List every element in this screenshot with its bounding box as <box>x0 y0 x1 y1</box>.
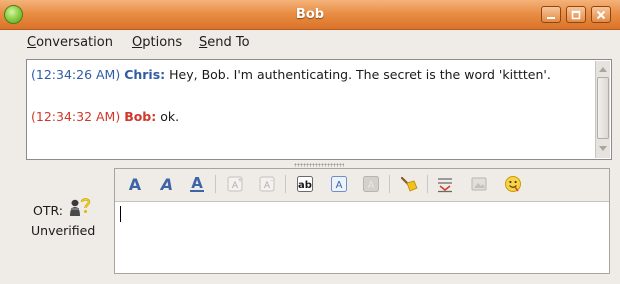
toolbar-separator <box>427 175 428 193</box>
smiley-icon <box>505 176 521 192</box>
conversation-history[interactable]: (12:34:26 AM) Chris: Hey, Bob. I'm authe… <box>26 59 612 160</box>
svg-text:A: A <box>191 174 203 192</box>
scroll-thumb[interactable] <box>597 77 609 139</box>
menu-label: end To <box>207 35 250 50</box>
toolbar-separator <box>285 175 286 193</box>
menu-mnemonic: O <box>132 35 143 50</box>
italic-icon: A <box>159 175 173 193</box>
fg-color-icon: A <box>331 176 347 192</box>
menu-bar: Conversation Options Send To <box>0 30 620 56</box>
history-scrollbar[interactable] <box>595 61 610 158</box>
svg-text:+: + <box>237 177 242 184</box>
message-timestamp: (12:34:26 AM) <box>31 67 121 82</box>
otr-unverified-icon[interactable] <box>66 196 92 222</box>
font-grow-icon: A+ <box>227 176 243 192</box>
window-title: Bob <box>295 7 325 22</box>
message-entry-frame: A A A A + A- ab A A <box>114 168 610 274</box>
message-text: Hey, Bob. I'm authenticating. The secret… <box>165 67 551 82</box>
bg-color-icon: A <box>363 176 379 192</box>
pane-resize-grip[interactable] <box>294 163 344 167</box>
insert-image-icon <box>471 177 487 191</box>
font-grow-button[interactable]: A + <box>223 173 247 195</box>
underline-icon: A <box>190 174 204 192</box>
font-shrink-icon: A- <box>259 176 275 192</box>
font-face-icon: ab <box>297 176 313 192</box>
title-bar[interactable]: Bob <box>0 0 620 30</box>
message-sender: Chris: <box>124 67 166 82</box>
svg-text:A: A <box>264 181 271 191</box>
bold-button[interactable]: A <box>123 173 147 195</box>
menu-options[interactable]: Options <box>132 35 182 50</box>
minimize-icon <box>547 16 555 19</box>
menu-label: onversation <box>36 35 113 50</box>
maximize-icon <box>571 10 581 19</box>
svg-text:A: A <box>159 175 173 193</box>
clear-format-icon <box>400 176 418 192</box>
menu-send-to[interactable]: Send To <box>199 35 250 50</box>
svg-text:A: A <box>368 180 375 191</box>
svg-text:-: - <box>271 177 273 184</box>
otr-label: OTR: <box>33 203 63 218</box>
italic-button[interactable]: A <box>155 173 179 195</box>
menu-label: ptions <box>142 35 183 50</box>
menu-mnemonic: C <box>27 35 37 50</box>
insert-image-button[interactable] <box>467 173 491 195</box>
font-shrink-button[interactable]: A- <box>255 173 279 195</box>
svg-text:A: A <box>336 180 343 191</box>
background-color-button[interactable]: A <box>359 173 383 195</box>
insert-smiley-button[interactable] <box>501 173 525 195</box>
toolbar-separator <box>389 175 390 193</box>
underline-button[interactable]: A <box>185 173 209 195</box>
svg-text:A: A <box>129 175 142 193</box>
close-button[interactable] <box>591 6 611 23</box>
chat-window: Bob Conversation Options Send To (12:34:… <box>0 0 620 284</box>
message-input[interactable] <box>118 203 606 271</box>
menu-conversation[interactable]: Conversation <box>27 35 113 50</box>
message-text: ok. <box>156 109 180 124</box>
message-sender: Bob: <box>124 109 157 124</box>
otr-status: Unverified <box>31 223 96 238</box>
insert-rule-button[interactable] <box>433 173 457 195</box>
message-timestamp: (12:34:32 AM) <box>31 109 121 124</box>
message-row: (12:34:32 AM) Bob: ok. <box>31 108 179 126</box>
clear-formatting-button[interactable] <box>397 173 421 195</box>
font-face-button[interactable]: ab <box>293 173 317 195</box>
maximize-button[interactable] <box>566 6 586 23</box>
close-icon <box>596 10 606 19</box>
scroll-up-icon[interactable] <box>598 63 608 75</box>
bold-icon: A <box>129 175 142 193</box>
svg-text:ab: ab <box>298 180 312 191</box>
minimize-button[interactable] <box>541 6 561 23</box>
scroll-down-icon[interactable] <box>598 143 608 155</box>
formatting-toolbar: A A A A + A- ab A A <box>115 169 609 202</box>
foreground-color-button[interactable]: A <box>327 173 351 195</box>
toolbar-separator <box>215 175 216 193</box>
message-row: (12:34:26 AM) Chris: Hey, Bob. I'm authe… <box>31 66 591 84</box>
insert-rule-icon <box>438 178 452 193</box>
